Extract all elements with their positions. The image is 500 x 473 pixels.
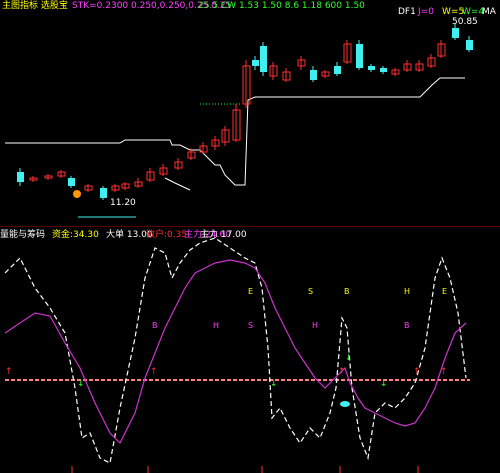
candle xyxy=(100,188,107,198)
candle xyxy=(466,40,473,50)
up-arrow-icon: ↑ xyxy=(440,367,448,377)
hold-marker: H xyxy=(404,287,410,296)
trailing-stop-line xyxy=(5,77,465,186)
candle xyxy=(17,172,24,182)
ma-line xyxy=(4,259,467,445)
kdj-line xyxy=(4,238,467,464)
candle xyxy=(260,46,267,72)
candle xyxy=(310,70,317,80)
candle xyxy=(368,66,375,70)
candlestick-panel[interactable] xyxy=(0,0,500,225)
hold-marker: H xyxy=(312,321,318,330)
panel-divider xyxy=(0,226,500,227)
buy-marker: B xyxy=(404,321,410,330)
sell-marker: S xyxy=(308,287,313,296)
stock-chart-window: 主图指标 选股宝 STK=0.2300 0.250,0.250,0.25 0.2… xyxy=(0,0,500,473)
candle xyxy=(452,28,459,38)
up-arrow-icon: ↑ xyxy=(413,367,421,377)
buy-marker: B xyxy=(152,321,158,330)
down-arrow-icon: ↓ xyxy=(380,379,388,389)
down-arrow-icon: ↓ xyxy=(270,379,278,389)
up-arrow-icon: ↑ xyxy=(150,367,158,377)
exit-marker: E xyxy=(248,287,253,296)
hold-marker: H xyxy=(213,321,219,330)
down-arrow-icon: ↓ xyxy=(345,353,352,362)
lower-stop-line xyxy=(164,177,191,191)
candle xyxy=(334,66,341,74)
x-axis-ticks xyxy=(71,466,419,473)
exit-marker: E xyxy=(442,287,447,296)
sell-marker: S xyxy=(248,321,253,330)
candle xyxy=(380,68,387,72)
cloud-icon xyxy=(340,401,350,407)
up-arrow-icon: ↑ xyxy=(338,367,346,377)
candle xyxy=(68,178,75,186)
candle xyxy=(356,44,363,68)
down-arrow-icon: ↓ xyxy=(77,379,85,389)
oscillator-panel[interactable]: ↑ ↑ ↑ ↑ ↑ ↓ ↓ ↓ ↓ E S B H E B H S H B xyxy=(0,238,500,473)
up-arrow-icon: ↑ xyxy=(5,367,13,377)
candle xyxy=(252,60,259,66)
buy-marker: B xyxy=(344,287,350,296)
buy-signal-icon xyxy=(73,190,81,198)
